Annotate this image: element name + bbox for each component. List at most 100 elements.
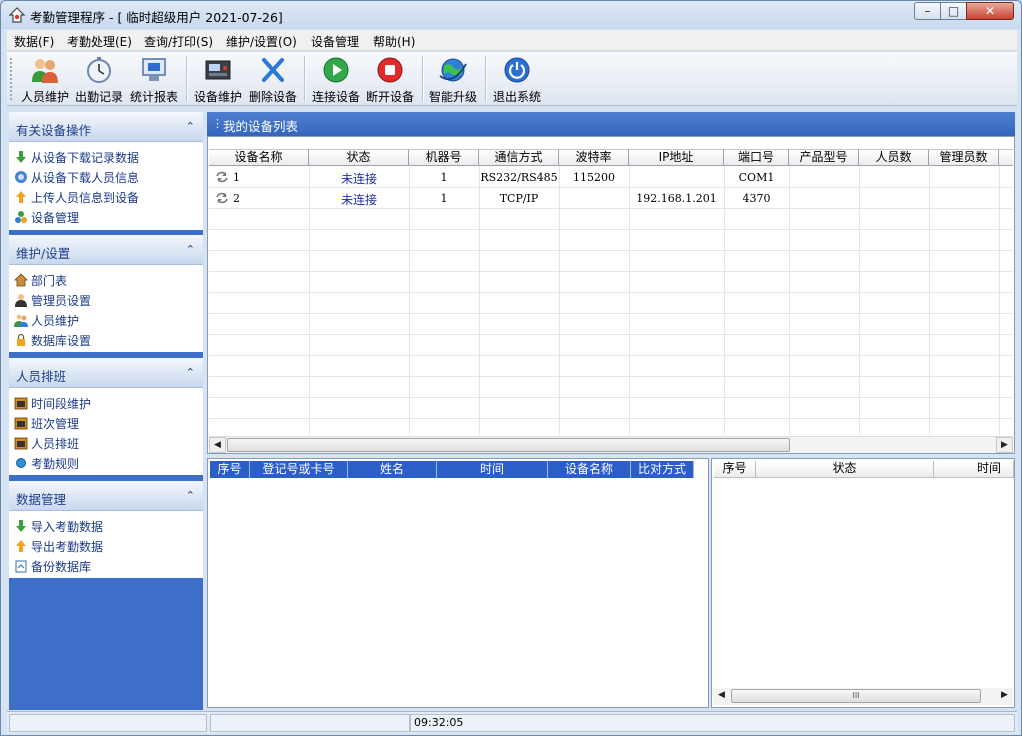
close-button[interactable]: ✕ — [966, 2, 1014, 20]
nav-item-device-management[interactable]: 设备管理 — [14, 209, 79, 227]
column-header[interactable]: 序号 — [210, 461, 250, 478]
menu-data[interactable]: 数据(F) — [14, 33, 54, 50]
column-header[interactable]: 比对方式 — [631, 461, 694, 478]
column-header[interactable]: 机器号 — [409, 149, 479, 166]
scrollbar-thumb[interactable]: III — [731, 689, 981, 703]
minimize-button[interactable]: – — [914, 2, 941, 20]
scroll-left-arrow-icon[interactable]: ◀ — [713, 688, 730, 704]
toolbar-users-button[interactable]: 人员维护 — [19, 56, 71, 104]
grid-line — [209, 418, 1013, 419]
nav-item-label: 人员排班 — [31, 437, 80, 451]
nav-section-header[interactable]: 数据管理 ⌃ — [9, 481, 203, 511]
column-header[interactable]: 状态 — [309, 149, 409, 166]
bullet-dot-icon — [16, 458, 26, 468]
nav-item-database-settings[interactable]: 数据库设置 — [14, 332, 91, 350]
attendance-records-panel: 序号 登记号或卡号 姓名 时间 设备名称 比对方式 — [207, 458, 709, 708]
house-icon — [14, 273, 28, 287]
column-header[interactable]: 产品型号 — [789, 149, 859, 166]
menu-maintenance[interactable]: 维护/设置(O) — [226, 33, 297, 50]
scroll-left-arrow-icon[interactable]: ◀ — [209, 437, 226, 453]
collapse-chevron-icon[interactable]: ⌃ — [186, 243, 195, 256]
app-window: 考勤管理程序 - [ 临时超级用户 2021-07-26] – □ ✕ 数据(F… — [0, 0, 1022, 736]
nav-item-departments[interactable]: 部门表 — [14, 272, 67, 290]
scroll-right-arrow-icon[interactable]: ▶ — [996, 437, 1013, 453]
column-header[interactable]: 通信方式 — [479, 149, 559, 166]
toolbar-records-button[interactable]: 出勤记录 — [73, 56, 125, 104]
menu-device-management[interactable]: 设备管理 — [311, 33, 359, 50]
nav-item-label: 部门表 — [31, 274, 68, 288]
toolbar-connect-label: 连接设备 — [311, 90, 360, 104]
nav-item-user-maintenance[interactable]: 人员维护 — [14, 312, 79, 330]
nav-item-label: 考勤规则 — [31, 457, 80, 471]
nav-section-title: 有关设备操作 — [16, 123, 92, 138]
menu-query-print[interactable]: 查询/打印(S) — [144, 33, 213, 50]
report-icon — [142, 58, 166, 81]
info-circle-icon — [15, 171, 27, 183]
cell-port: COM1 — [738, 171, 775, 184]
grid-line — [859, 166, 860, 435]
collapse-chevron-icon[interactable]: ⌃ — [186, 120, 195, 133]
column-header[interactable]: 登记号或卡号 — [250, 461, 348, 478]
column-header[interactable]: 波特率 — [559, 149, 629, 166]
cell-status: 未连接 — [340, 172, 377, 186]
toolbar-separator — [422, 56, 424, 102]
nav-item-label: 数据库设置 — [31, 334, 92, 348]
horizontal-scrollbar[interactable]: ◀ III ▶ — [713, 688, 1013, 705]
column-header[interactable]: 人员数 — [859, 149, 929, 166]
toolbar-separator — [304, 56, 306, 102]
column-header[interactable]: 管理员数 — [929, 149, 999, 166]
nav-item-import-data[interactable]: 导入考勤数据 — [14, 518, 103, 536]
nav-item-time-periods[interactable]: 时间段维护 — [14, 395, 91, 413]
column-header[interactable]: 时间 — [437, 461, 548, 478]
nav-item-export-data[interactable]: 导出考勤数据 — [14, 538, 103, 556]
toolbar-upgrade-button[interactable]: 智能升级 — [427, 56, 479, 104]
nav-item-shift-management[interactable]: 班次管理 — [14, 415, 79, 433]
grid-line — [209, 229, 1013, 230]
toolbar-device-maintenance-label: 设备维护 — [193, 90, 242, 104]
column-header[interactable]: 状态 — [756, 461, 934, 478]
toolbar-delete-device-button[interactable]: 删除设备 — [247, 56, 299, 104]
column-header[interactable]: IP地址 — [629, 149, 724, 166]
nav-item-download-users[interactable]: 从设备下载人员信息 — [14, 169, 139, 187]
nav-item-download-records[interactable]: 从设备下载记录数据 — [14, 149, 139, 167]
column-header[interactable]: 设备名称 — [548, 461, 631, 478]
nav-item-staff-scheduling[interactable]: 人员排班 — [14, 435, 79, 453]
maximize-button[interactable]: □ — [940, 2, 967, 20]
menu-attendance[interactable]: 考勤处理(E) — [67, 33, 132, 50]
column-header[interactable]: 端口号 — [724, 149, 789, 166]
nav-item-admin-settings[interactable]: 管理员设置 — [14, 292, 91, 310]
refresh-device-icon — [216, 171, 228, 183]
toolbar-device-maintenance-button[interactable]: 设备维护 — [192, 56, 244, 104]
grid-line — [209, 313, 1013, 314]
grid-line — [409, 166, 410, 435]
collapse-chevron-icon[interactable]: ⌃ — [186, 489, 195, 502]
toolbar-reports-button[interactable]: 统计报表 — [128, 56, 180, 104]
column-header[interactable]: 设备名称 — [209, 149, 309, 166]
scrollbar-thumb[interactable] — [227, 438, 790, 452]
grid-line — [209, 271, 1013, 272]
toolbar-disconnect-button[interactable]: 断开设备 — [364, 56, 416, 104]
horizontal-scrollbar[interactable]: ◀ ▶ — [209, 436, 1013, 453]
toolbar-grip[interactable] — [10, 58, 13, 100]
toolbar-users-label: 人员维护 — [20, 90, 69, 104]
scroll-right-arrow-icon[interactable]: ▶ — [996, 688, 1013, 704]
nav-item-backup-database[interactable]: 备份数据库 — [14, 558, 91, 576]
toolbar-connect-button[interactable]: 连接设备 — [310, 56, 362, 104]
nav-section-data-management: 数据管理 ⌃ 导入考勤数据 导出考勤数据 备份数据库 — [9, 481, 203, 578]
database-lock-icon — [17, 333, 25, 346]
column-header[interactable]: 姓名 — [348, 461, 437, 478]
admin-user-icon — [15, 294, 27, 307]
nav-item-upload-users[interactable]: 上传人员信息到设备 — [14, 189, 139, 207]
nav-section-header[interactable]: 维护/设置 ⌃ — [9, 235, 203, 265]
app-logo-icon — [8, 7, 26, 23]
menu-help[interactable]: 帮助(H) — [373, 33, 415, 50]
collapse-chevron-icon[interactable]: ⌃ — [186, 366, 195, 379]
nav-section-header[interactable]: 人员排班 ⌃ — [9, 358, 203, 388]
column-header[interactable]: 时间 — [934, 461, 1014, 478]
column-header[interactable]: 序号 — [714, 461, 756, 478]
nav-item-attendance-rules[interactable]: 考勤规则 — [14, 455, 79, 473]
toolbar-exit-button[interactable]: 退出系统 — [491, 56, 543, 104]
window-title: 考勤管理程序 - [ 临时超级用户 2021-07-26] — [30, 10, 283, 25]
calendar-icon — [14, 437, 28, 450]
nav-section-header[interactable]: 有关设备操作 ⌃ — [9, 112, 203, 142]
